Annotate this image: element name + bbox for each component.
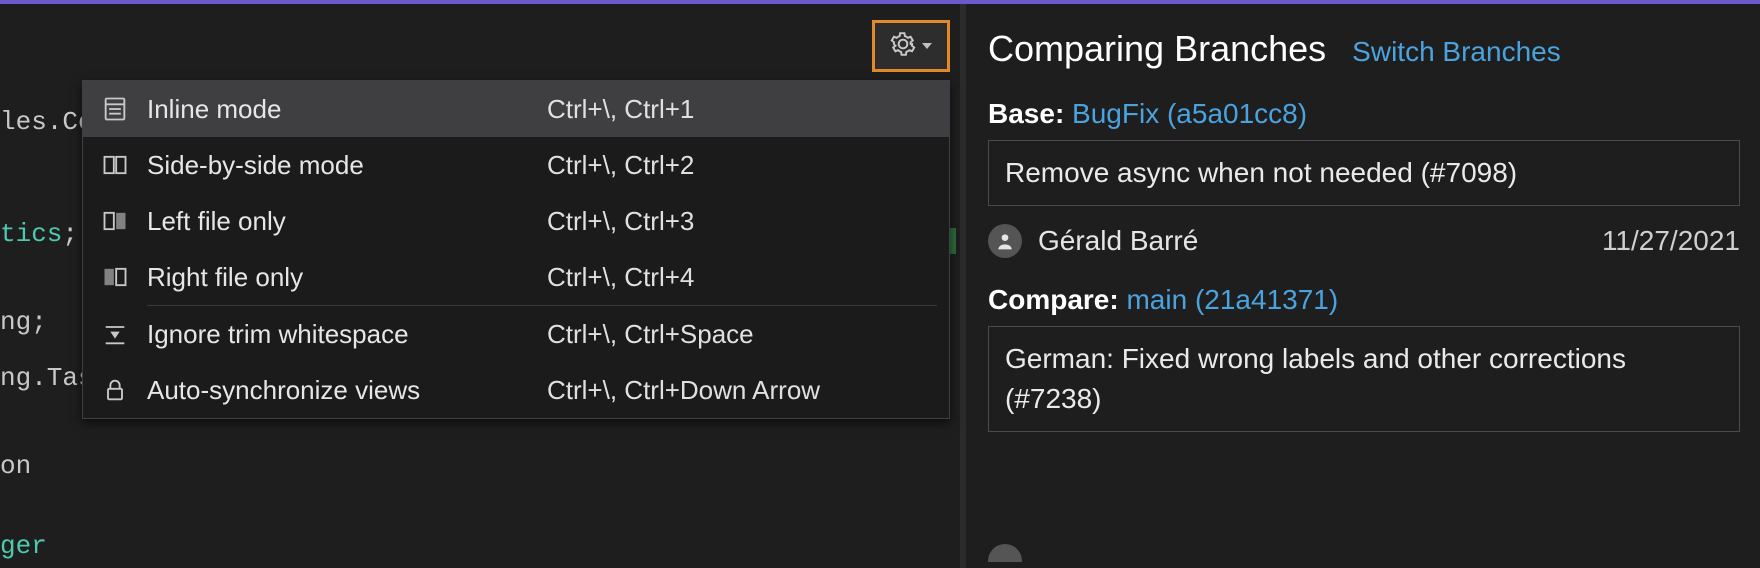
avatar [988,224,1022,258]
base-commit-message[interactable]: Remove async when not needed (#7098) [988,140,1740,206]
commit-date: 11/27/2021 [1602,225,1740,257]
author-name: Gérald Barré [1038,225,1602,257]
menu-item-shortcut: Ctrl+\, Ctrl+3 [547,206,931,237]
inline-mode-icon [83,95,147,123]
menu-item-label: Left file only [147,206,547,237]
right-file-icon [83,263,147,291]
side-by-side-icon [83,151,147,179]
panel-divider[interactable] [960,4,966,568]
commit-author-row: Gérald Barré 11/27/2021 [988,224,1740,258]
code-fragment: ng; [0,307,47,337]
menu-item-side-by-side[interactable]: Side-by-side mode Ctrl+\, Ctrl+2 [83,137,949,193]
code-fragment: ; [62,219,78,249]
menu-item-inline-mode[interactable]: Inline mode Ctrl+\, Ctrl+1 [83,81,949,137]
diff-view-menu: Inline mode Ctrl+\, Ctrl+1 Side-by-side … [82,80,950,419]
trim-whitespace-icon [83,320,147,348]
menu-item-auto-sync[interactable]: Auto-synchronize views Ctrl+\, Ctrl+Down… [83,362,949,418]
panel-title: Comparing Branches [988,28,1326,70]
base-branch-link[interactable]: BugFix (a5a01cc8) [1072,98,1307,129]
menu-item-shortcut: Ctrl+\, Ctrl+2 [547,150,931,181]
menu-item-shortcut: Ctrl+\, Ctrl+Down Arrow [547,375,931,406]
code-fragment: on [0,451,31,481]
menu-item-label: Auto-synchronize views [147,375,547,406]
menu-item-right-only[interactable]: Right file only Ctrl+\, Ctrl+4 [83,249,949,305]
compare-label: Compare: [988,284,1119,315]
switch-branches-link[interactable]: Switch Branches [1352,36,1561,68]
menu-item-label: Inline mode [147,94,547,125]
compare-commit-message[interactable]: German: Fixed wrong labels and other cor… [988,326,1740,432]
menu-item-shortcut: Ctrl+\, Ctrl+4 [547,262,931,293]
compare-branches-panel: Comparing Branches Switch Branches Base:… [972,4,1760,568]
menu-item-shortcut: Ctrl+\, Ctrl+Space [547,319,931,350]
chevron-down-icon [922,43,932,49]
menu-item-left-only[interactable]: Left file only Ctrl+\, Ctrl+3 [83,193,949,249]
code-fragment: ger [0,531,47,561]
left-file-icon [83,207,147,235]
code-fragment: tics [0,219,62,249]
base-label: Base: [988,98,1064,129]
code-fragment: les.Co [0,107,94,137]
lock-icon [83,376,147,404]
compare-branch-link[interactable]: main (21a41371) [1126,284,1338,315]
menu-item-label: Side-by-side mode [147,150,547,181]
menu-item-label: Ignore trim whitespace [147,319,547,350]
menu-item-label: Right file only [147,262,547,293]
menu-item-ignore-trim[interactable]: Ignore trim whitespace Ctrl+\, Ctrl+Spac… [83,306,949,362]
diff-settings-button[interactable] [872,20,950,72]
gear-icon [890,31,916,62]
menu-item-shortcut: Ctrl+\, Ctrl+1 [547,94,931,125]
